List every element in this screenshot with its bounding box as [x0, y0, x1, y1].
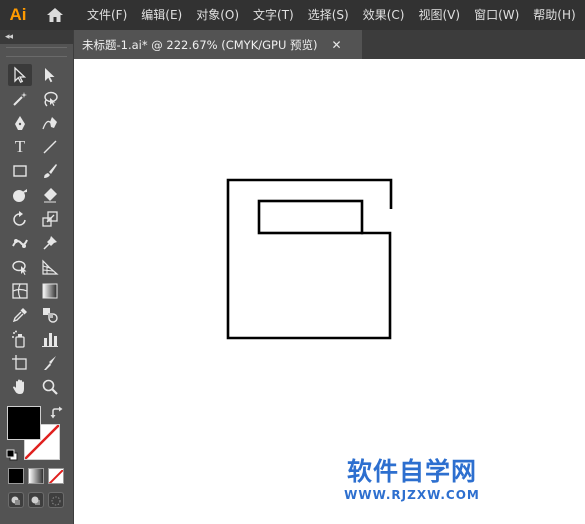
- draw-normal-button[interactable]: [8, 492, 24, 508]
- menu-help[interactable]: 帮助(H): [526, 0, 582, 30]
- default-fill-stroke-icon[interactable]: [6, 446, 18, 461]
- tool-row: T: [0, 136, 73, 160]
- document-tab-title: 未标题-1.ai* @ 222.67% (CMYK/GPU 预览): [82, 37, 318, 52]
- pen-tool-icon[interactable]: [8, 112, 32, 134]
- close-icon[interactable]: ✕: [332, 38, 342, 52]
- paintbrush-tool-icon[interactable]: [38, 160, 62, 182]
- home-icon[interactable]: [42, 2, 68, 28]
- menu-file[interactable]: 文件(F): [80, 0, 134, 30]
- watermark-url: WWW.RJZXW.COM: [344, 488, 480, 502]
- perspective-grid-tool-icon[interactable]: [38, 256, 62, 278]
- outer-frame-path: [226, 178, 393, 340]
- menu-edit[interactable]: 编辑(E): [134, 0, 189, 30]
- shape-builder-tool-icon[interactable]: [8, 256, 32, 278]
- tool-row: [0, 88, 73, 112]
- slice-tool-icon[interactable]: [38, 352, 62, 374]
- watermark-title: 软件自学网: [346, 457, 477, 486]
- gradient-tool-icon[interactable]: [38, 280, 62, 302]
- inner-rectangle: [257, 199, 364, 235]
- tool-row: [0, 256, 73, 280]
- tool-row: [0, 280, 73, 304]
- menu-type[interactable]: 文字(T): [246, 0, 301, 30]
- tools-panel: ◂◂ T: [0, 30, 74, 524]
- curvature-tool-icon[interactable]: [38, 112, 62, 134]
- artboard-tool-icon[interactable]: [8, 352, 32, 374]
- watermark: 软件自学网 WWW.RJZXW.COM: [332, 457, 492, 503]
- menu-bar: Ai 文件(F) 编辑(E) 对象(O) 文字(T) 选择(S) 效果(C) 视…: [0, 0, 585, 30]
- eyedropper-tool-icon[interactable]: [8, 304, 32, 326]
- tool-row: [0, 352, 73, 376]
- type-tool-glyph: T: [14, 137, 26, 156]
- blend-tool-icon[interactable]: [38, 304, 62, 326]
- draw-behind-button[interactable]: [28, 492, 44, 508]
- hand-tool-icon[interactable]: [8, 376, 32, 398]
- menu-effect[interactable]: 效果(C): [356, 0, 412, 30]
- none-mode-button[interactable]: [48, 468, 64, 484]
- color-mode-button[interactable]: [8, 468, 24, 484]
- tool-row: [0, 208, 73, 232]
- tool-row: [0, 304, 73, 328]
- zoom-tool-icon[interactable]: [38, 376, 62, 398]
- app-logo: Ai: [9, 5, 27, 24]
- column-graph-tool-icon[interactable]: [38, 328, 62, 350]
- gradient-mode-button[interactable]: [28, 468, 44, 484]
- shaper-tool-icon[interactable]: [8, 184, 32, 206]
- menu-select[interactable]: 选择(S): [301, 0, 356, 30]
- tool-row: [0, 184, 73, 208]
- draw-inside-button[interactable]: [48, 492, 64, 508]
- tool-row: [0, 64, 73, 88]
- tool-row: [0, 232, 73, 256]
- puppet-warp-tool-icon[interactable]: [8, 232, 32, 254]
- magic-wand-tool-icon[interactable]: [8, 88, 32, 110]
- panel-collapse-button[interactable]: ◂◂: [0, 30, 73, 44]
- pin-tool-icon[interactable]: [38, 232, 62, 254]
- artwork[interactable]: [74, 59, 585, 524]
- symbol-sprayer-tool-icon[interactable]: [8, 328, 32, 350]
- tool-row: [0, 328, 73, 352]
- direct-selection-tool-icon[interactable]: [38, 64, 62, 86]
- collapse-icon: ◂◂: [5, 32, 13, 42]
- panel-grip[interactable]: [6, 47, 67, 57]
- lasso-tool-icon[interactable]: [38, 88, 62, 110]
- selection-tool-icon[interactable]: [8, 64, 32, 86]
- tool-row: [0, 160, 73, 184]
- rotate-tool-icon[interactable]: [8, 208, 32, 230]
- document-tab-bar: 未标题-1.ai* @ 222.67% (CMYK/GPU 预览) ✕: [74, 30, 585, 59]
- menu-items: 文件(F) 编辑(E) 对象(O) 文字(T) 选择(S) 效果(C) 视图(V…: [80, 0, 583, 30]
- document-tab[interactable]: 未标题-1.ai* @ 222.67% (CMYK/GPU 预览) ✕: [74, 30, 362, 59]
- menu-object[interactable]: 对象(O): [189, 0, 246, 30]
- artboard-canvas[interactable]: 软件自学网 WWW.RJZXW.COM: [74, 59, 585, 524]
- line-segment-tool-icon[interactable]: [38, 136, 62, 158]
- rectangle-tool-icon[interactable]: [8, 160, 32, 182]
- mesh-tool-icon[interactable]: [8, 280, 32, 302]
- scale-tool-icon[interactable]: [38, 208, 62, 230]
- tool-row: [0, 376, 73, 400]
- tool-row: [0, 112, 73, 136]
- swap-fill-stroke-icon[interactable]: [50, 405, 64, 419]
- menu-window[interactable]: 窗口(W): [467, 0, 526, 30]
- fill-swatch[interactable]: [7, 406, 41, 440]
- eraser-tool-icon[interactable]: [38, 184, 62, 206]
- menu-view[interactable]: 视图(V): [411, 0, 467, 30]
- type-tool-icon[interactable]: T: [8, 136, 32, 158]
